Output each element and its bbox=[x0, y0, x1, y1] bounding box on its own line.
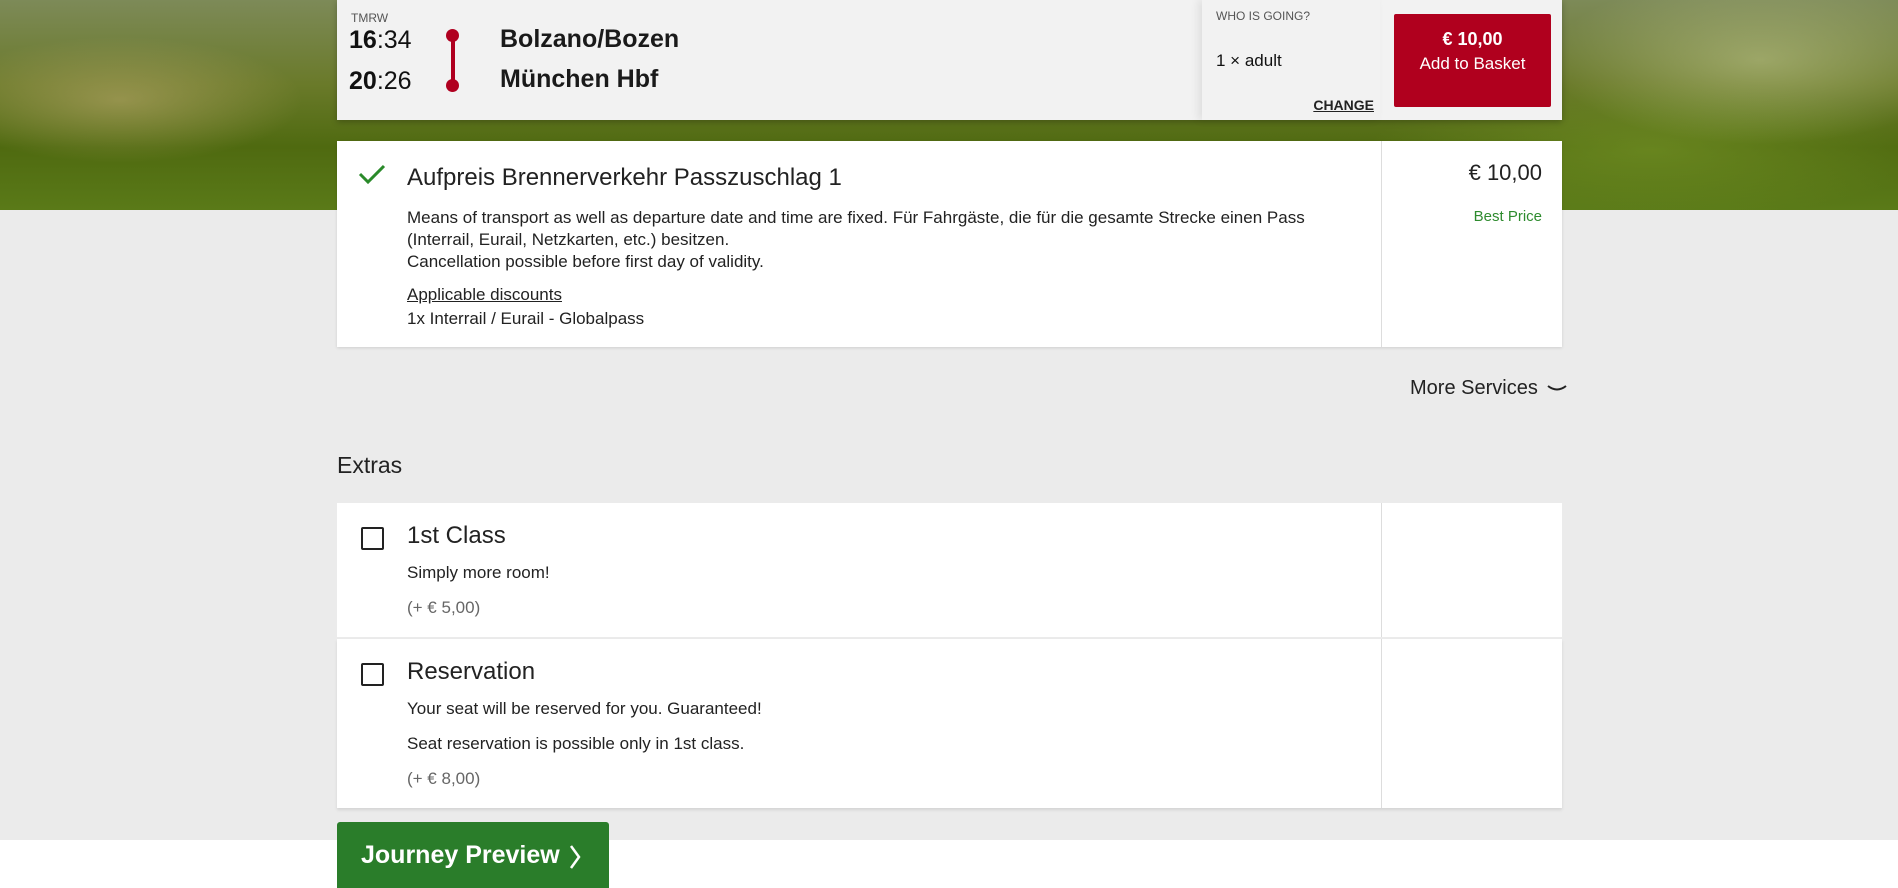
passenger-panel: WHO IS GOING? 1 × adult CHANGE bbox=[1202, 0, 1380, 120]
offer-price: € 10,00 bbox=[1468, 160, 1542, 185]
checkmark-icon bbox=[358, 164, 386, 185]
passenger-count: 1 × adult bbox=[1216, 51, 1282, 70]
extra-option-first-class: 1st Class Simply more room! (+ € 5,00) bbox=[337, 503, 1562, 637]
price-column-divider bbox=[1381, 503, 1382, 637]
price-column-divider bbox=[1381, 639, 1382, 808]
first-class-checkbox[interactable] bbox=[361, 527, 384, 550]
extra-title: 1st Class bbox=[407, 522, 506, 549]
price-column-divider bbox=[1381, 141, 1382, 347]
applicable-discounts-link[interactable]: Applicable discounts bbox=[407, 285, 562, 305]
reservation-checkbox[interactable] bbox=[361, 663, 384, 686]
extra-price: (+ € 8,00) bbox=[407, 769, 481, 788]
basket-label: Add to Basket bbox=[1419, 54, 1526, 73]
selected-offer-card[interactable]: Aufpreis Brennerverkehr Passzuschlag 1 M… bbox=[337, 141, 1562, 347]
offer-description-line: Means of transport as well as departure … bbox=[407, 208, 1305, 249]
extras-heading: Extras bbox=[337, 452, 403, 478]
offer-cancellation-line: Cancellation possible before first day o… bbox=[407, 252, 764, 271]
chevron-right-icon bbox=[569, 845, 581, 869]
page-footer-area bbox=[0, 840, 1898, 888]
journey-preview-label: Journey Preview bbox=[361, 841, 560, 869]
departure-dot-icon bbox=[446, 29, 459, 42]
extra-price: (+ € 5,00) bbox=[407, 598, 481, 617]
extra-title: Reservation bbox=[407, 658, 536, 685]
more-services-label: More Services bbox=[1410, 377, 1538, 399]
extra-option-reservation: Reservation Your seat will be reserved f… bbox=[337, 639, 1562, 808]
journey-preview-button[interactable]: Journey Preview bbox=[337, 822, 609, 888]
arrival-station: München Hbf bbox=[500, 65, 659, 93]
extra-description: Simply more room! bbox=[407, 563, 550, 582]
route-line bbox=[451, 36, 455, 84]
arrival-dot-icon bbox=[446, 79, 459, 92]
add-to-basket-button[interactable]: € 10,00 Add to Basket bbox=[1394, 14, 1551, 107]
departure-station: Bolzano/Bozen bbox=[500, 25, 680, 53]
day-label: TMRW bbox=[351, 11, 389, 25]
chevron-down-icon bbox=[1547, 384, 1567, 391]
connection-header: TMRW 16:34 20:26 Bolzano/Bozen München H… bbox=[337, 0, 1562, 120]
best-price-badge: Best Price bbox=[1473, 208, 1542, 225]
offer-title: Aufpreis Brennerverkehr Passzuschlag 1 bbox=[407, 164, 842, 191]
basket-price: € 10,00 bbox=[1442, 29, 1503, 49]
who-is-going-label: WHO IS GOING? bbox=[1216, 9, 1311, 23]
more-services-toggle[interactable]: More Services bbox=[1410, 377, 1568, 400]
arrival-time: 20:26 bbox=[349, 67, 412, 95]
offer-description: Means of transport as well as departure … bbox=[407, 207, 1337, 273]
discount-item: 1x Interrail / Eurail - Globalpass bbox=[407, 309, 645, 328]
extra-description: Your seat will be reserved for you. Guar… bbox=[407, 699, 762, 718]
departure-time: 16:34 bbox=[349, 26, 412, 54]
change-passengers-link[interactable]: CHANGE bbox=[1313, 97, 1374, 113]
extra-note: Seat reservation is possible only in 1st… bbox=[407, 734, 745, 753]
